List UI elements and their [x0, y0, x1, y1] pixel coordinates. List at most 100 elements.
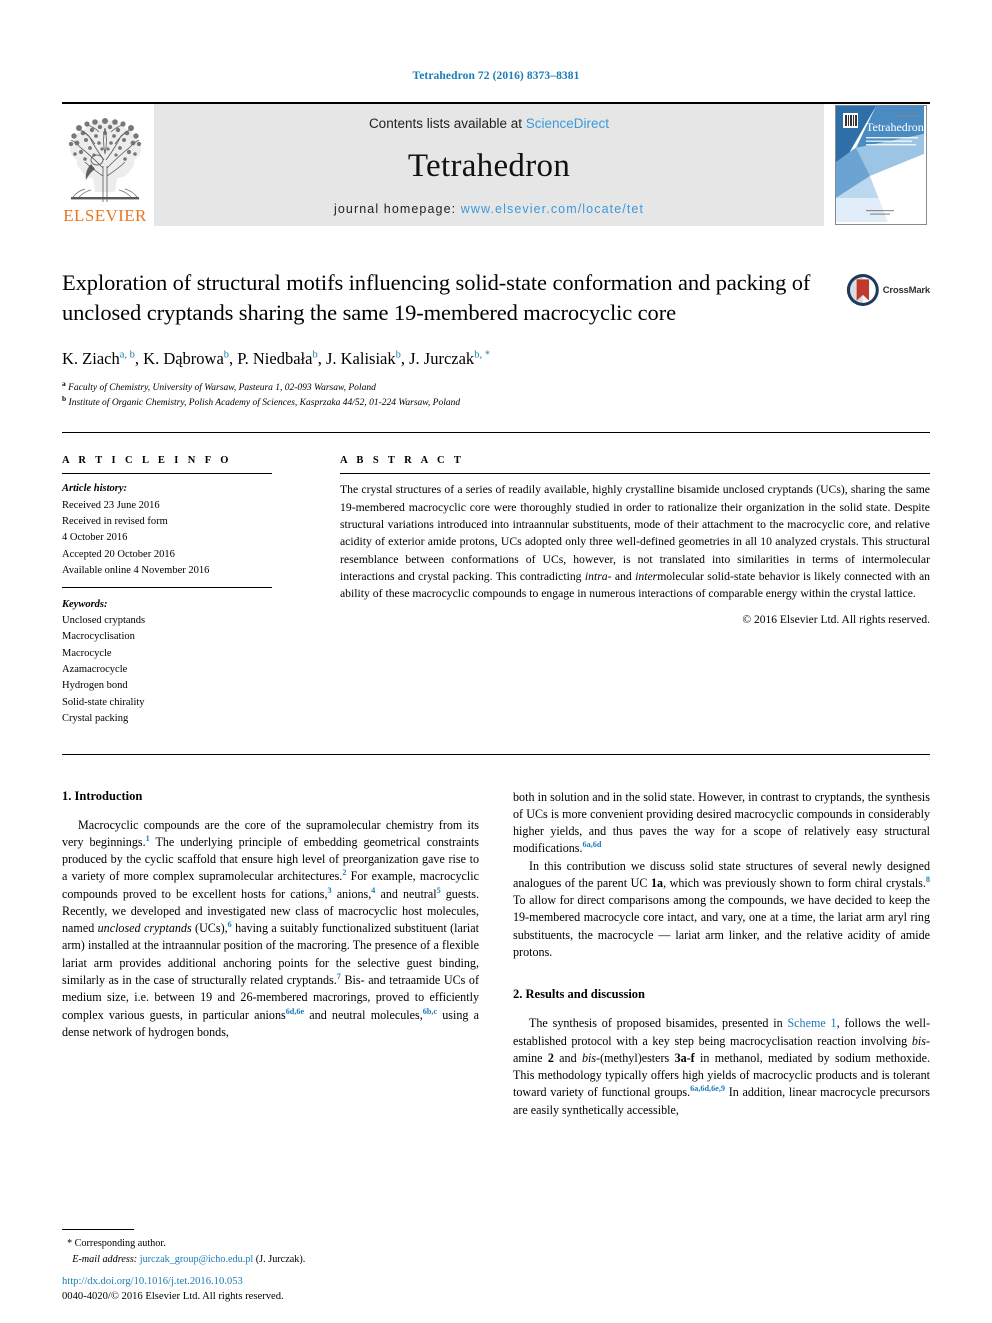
journal-homepage-line: journal homepage: www.elsevier.com/locat…	[334, 202, 644, 216]
section-heading-results: 2. Results and discussion	[513, 987, 645, 1002]
abstract-part-2: and	[611, 569, 636, 583]
corresponding-author-note: * Corresponding author. E-mail address: …	[62, 1236, 480, 1267]
svg-text:Tetrahedron: Tetrahedron	[866, 120, 924, 134]
citation-ref[interactable]: 6d,6e	[286, 1007, 304, 1016]
issn-copyright-line: 0040-4020/© 2016 Elsevier Ltd. All right…	[62, 1291, 284, 1303]
abstract-italic-2: inter	[635, 569, 658, 583]
author-entry: K. Ziacha, b,	[62, 349, 143, 368]
contents-available-line: Contents lists available at ScienceDirec…	[369, 116, 609, 131]
crossmark-label: CrossMark	[882, 284, 931, 296]
text-run: and	[553, 1050, 582, 1065]
text-run: To allow for direct comparisons among th…	[513, 893, 930, 960]
journal-masthead: ELSEVIER Contents lists available at Sci…	[62, 104, 930, 226]
author-name: K. Ziach	[62, 349, 120, 369]
abstract-heading: A B S T R A C T	[340, 455, 465, 467]
keyword-item: Macrocycle	[62, 647, 112, 659]
affiliation-mark: b	[62, 393, 67, 403]
affiliation-list: a Faculty of Chemistry, University of Wa…	[62, 379, 930, 410]
elsevier-wordmark: ELSEVIER	[63, 206, 147, 225]
keywords-label: Keywords:	[62, 598, 108, 610]
keyword-item: Azamacrocycle	[62, 664, 128, 675]
contents-prefix: Contents lists available at	[368, 116, 526, 131]
journal-title: Tetrahedron	[407, 148, 571, 184]
crossmark-icon	[846, 274, 879, 306]
keyword-item: Solid-state chirality	[62, 696, 145, 708]
article-info-rule	[62, 473, 272, 475]
citation-ref[interactable]: 8	[926, 875, 930, 884]
email-label: E-mail address:	[72, 1253, 138, 1265]
keyword-item: Hydrogen bond	[62, 680, 128, 692]
author-name: P. Niedbała	[237, 349, 313, 369]
corresponding-line: * Corresponding author.	[62, 1236, 480, 1251]
paragraph-contribution: In this contribution we discuss solid st…	[513, 858, 930, 962]
paragraph-synthesis: The synthesis of proposed bisamides, pre…	[513, 1015, 930, 1119]
abstract-rule	[340, 473, 930, 475]
sciencedirect-link[interactable]: ScienceDirect	[526, 116, 609, 131]
footnote-rule	[62, 1229, 134, 1231]
abstract-italic-1: intra-	[584, 569, 612, 583]
scheme-link[interactable]: Scheme 1	[787, 1016, 836, 1030]
text-run: anions,	[331, 886, 372, 901]
history-item: Received 23 June 2016	[62, 499, 160, 511]
body-columns: 1. Introduction Macrocyclic compounds ar…	[62, 789, 930, 1120]
compound-label: 1a	[650, 875, 664, 890]
affiliation-text: Institute of Organic Chemistry, Polish A…	[68, 397, 461, 408]
title-block: Exploration of structural motifs influen…	[62, 268, 930, 410]
section-heading-introduction: 1. Introduction	[62, 788, 143, 803]
text-run: , which was previously shown to form chi…	[663, 875, 926, 890]
asterisk-marker: *	[67, 1238, 73, 1250]
doi-link[interactable]: http://dx.doi.org/10.1016/j.tet.2016.10.…	[62, 1274, 562, 1290]
affiliation-item: b Institute of Organic Chemistry, Polish…	[62, 393, 930, 410]
citation-ref[interactable]: 6a,6d	[583, 840, 602, 849]
author-entry: J. Kalisiakb,	[326, 349, 409, 368]
history-item: Accepted 20 October 2016	[62, 548, 175, 560]
author-sep: ,	[317, 349, 326, 369]
author-affil-mark: b, *	[474, 349, 490, 361]
text-run: and neutral	[375, 886, 437, 901]
text-run: The synthesis of proposed bisamides, pre…	[529, 1016, 788, 1031]
history-item: Received in revised form	[62, 516, 168, 527]
text-run: -(methyl)esters	[596, 1050, 675, 1065]
author-entry: P. Niedbałab,	[237, 349, 326, 368]
author-name: J. Jurczak	[409, 349, 475, 369]
compound-label: 3a-f	[674, 1050, 695, 1065]
affiliation-mark: a	[62, 379, 66, 389]
elsevier-tree-icon	[68, 118, 142, 202]
keywords-block: Keywords: Unclosed cryptands Macrocyclis…	[62, 597, 272, 728]
paragraph-continued: both in solution and in the solid state.…	[513, 789, 930, 858]
article-history-label: Article history:	[62, 483, 128, 495]
affiliation-text: Faculty of Chemistry, University of Wars…	[68, 383, 376, 394]
author-sep: ,	[134, 349, 144, 369]
info-abstract-section: A R T I C L E I N F O Article history: R…	[62, 455, 930, 727]
email-address-link[interactable]: jurczak_group@icho.edu.pl	[140, 1254, 254, 1265]
journal-homepage-link[interactable]: www.elsevier.com/locate/tet	[461, 202, 644, 216]
author-name: K. Dąbrowa	[143, 349, 224, 369]
italic-term: unclosed cryptands	[97, 921, 192, 936]
abstract-part-1: The crystal structures of a series of re…	[340, 483, 930, 583]
keywords-rule	[62, 586, 272, 588]
article-first-page: Tetrahedron 72 (2016) 8373–8381 ELSEVIER…	[0, 0, 992, 1323]
page-footer: http://dx.doi.org/10.1016/j.tet.2016.10.…	[62, 1274, 562, 1305]
running-head: Tetrahedron 72 (2016) 8373–8381	[412, 70, 580, 82]
crossmark-badge[interactable]: CrossMark	[846, 270, 930, 310]
body-right-column: both in solution and in the solid state.…	[513, 789, 930, 1120]
history-item: 4 October 2016	[62, 532, 128, 544]
body-top-rule	[62, 753, 930, 755]
email-line: E-mail address: jurczak_group@icho.edu.p…	[62, 1252, 480, 1267]
keyword-item: Crystal packing	[62, 713, 129, 725]
author-name: J. Kalisiak	[325, 349, 396, 369]
author-entry: K. Dąbrowab,	[143, 349, 237, 368]
info-section-top-rule	[62, 432, 930, 434]
article-info-column: A R T I C L E I N F O Article history: R…	[62, 455, 272, 727]
text-run: both in solution and in the solid state.…	[513, 789, 930, 856]
homepage-prefix: journal homepage:	[333, 202, 461, 216]
abstract-column: A B S T R A C T The crystal structures o…	[340, 455, 930, 727]
author-affil-mark: a, b	[119, 349, 135, 361]
keyword-item: Unclosed cryptands	[62, 614, 146, 626]
cover-image: Tetrahedron	[835, 105, 927, 225]
keyword-item: Macrocyclisation	[62, 631, 135, 643]
footnote-block: * Corresponding author. E-mail address: …	[62, 1229, 480, 1267]
citation-ref[interactable]: 6a,6d,6e,9	[690, 1084, 725, 1093]
citation-ref[interactable]: 6b,c	[423, 1007, 437, 1016]
cover-artwork-icon: Tetrahedron	[836, 106, 924, 222]
